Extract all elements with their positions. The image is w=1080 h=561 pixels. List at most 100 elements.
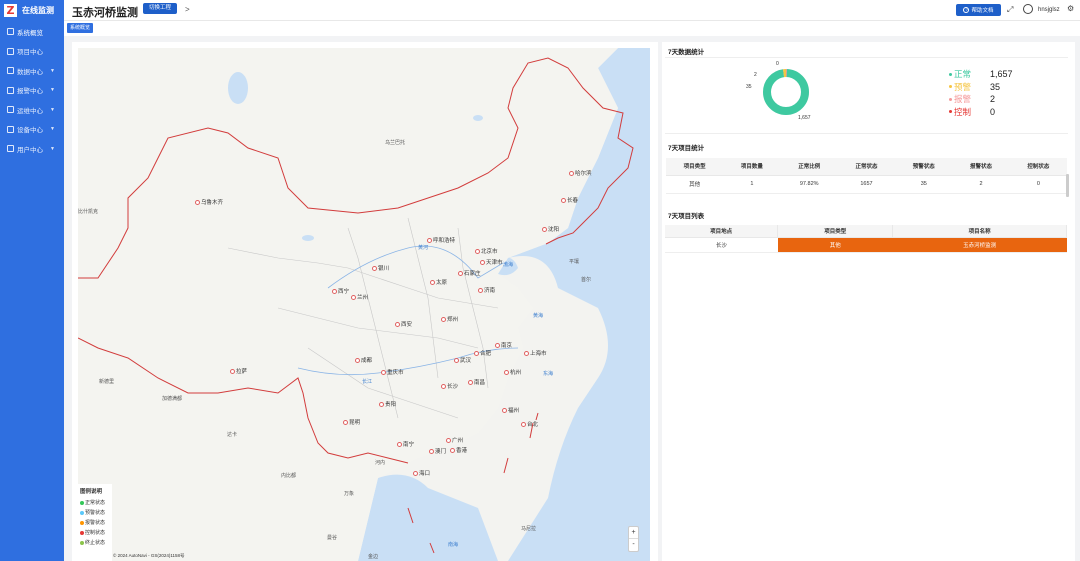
sidebar-item-label: 用户中心	[17, 146, 43, 154]
city-marker[interactable]: 合肥	[474, 349, 491, 357]
device-icon	[7, 125, 14, 133]
stat-value: 0	[990, 106, 996, 117]
legend-title: 图例说明	[80, 489, 103, 495]
column-header[interactable]: 预警状态	[895, 158, 953, 176]
table-row[interactable]: 长沙 其他 玉赤河桥监测	[665, 237, 1067, 253]
column-header[interactable]: 项目类型	[666, 158, 724, 176]
stat-value: 35	[990, 81, 1001, 92]
column-header[interactable]: 项目地点	[665, 225, 779, 238]
sidebar-item-label: 运维中心	[17, 107, 43, 115]
city-marker[interactable]: 郑州	[441, 315, 458, 323]
username[interactable]: hnsjglsz	[1038, 7, 1060, 13]
column-header[interactable]: 项目数量	[723, 158, 781, 176]
water-label: 黄河	[418, 245, 429, 251]
stat-row-alarm: 报警 2	[949, 93, 1013, 106]
city-marker[interactable]: 长沙	[441, 382, 458, 390]
city-marker[interactable]: 杭州	[504, 368, 521, 376]
city-marker[interactable]: 香港	[450, 446, 467, 454]
city-marker[interactable]: 南昌	[468, 378, 485, 386]
stat-label: 正常	[954, 69, 972, 80]
city-marker[interactable]: 南京	[495, 341, 512, 349]
sidebar-item-alarm[interactable]: 报警中心 ▼	[0, 81, 64, 101]
sidebar-item-label: 项目中心	[17, 49, 43, 57]
column-header[interactable]: 正常比例	[780, 158, 838, 176]
sidebar-item-maintenance[interactable]: 运维中心 ▼	[0, 100, 64, 120]
china-map[interactable]: 哈尔滨长春沈阳 乌鲁木齐呼和浩特北京市天津市石家庄 银川太原济南 西宁 兰州郑州西安南京…	[78, 48, 650, 561]
column-header[interactable]: 项目类型	[777, 225, 894, 238]
city-marker[interactable]: 呼和浩特	[427, 236, 455, 244]
chevron-down-icon: ▼	[50, 126, 55, 133]
place-label: 河内	[375, 460, 386, 466]
zoom-in-button[interactable]: +	[629, 527, 638, 539]
city-marker[interactable]: 广州	[446, 436, 463, 444]
city-marker[interactable]: 拉萨	[230, 367, 247, 375]
city-marker[interactable]: 武汉	[454, 356, 471, 364]
city-marker[interactable]: 乌鲁木齐	[195, 198, 223, 206]
sidebar-item-data[interactable]: 数据中心 ▼	[0, 61, 64, 81]
sidebar-nav: 系统概览 项目中心 数据中心 ▼ 报警中心 ▼ 运维中心 ▼ 设备中心 ▼ 用户中心 ▼	[0, 22, 64, 159]
sidebar-item-users[interactable]: 用户中心 ▼	[0, 139, 64, 159]
dot-icon	[949, 110, 952, 114]
sidebar: Z 在线监测 系统概览 项目中心 数据中心 ▼ 报警中心 ▼ 运维中心 ▼ 设备中心 ▼…	[0, 0, 64, 561]
donut-segment-normal	[763, 69, 809, 115]
column-header[interactable]: 控制状态	[1009, 158, 1067, 176]
column-header[interactable]: 报警状态	[952, 158, 1010, 176]
city-marker[interactable]: 哈尔滨	[569, 169, 592, 177]
city-marker[interactable]: 贵阳	[379, 400, 396, 408]
section-title-7day-projects: 7天项目统计	[668, 145, 705, 152]
legend-label: 终止状态	[85, 540, 106, 546]
city-marker[interactable]: 海口	[413, 469, 430, 477]
sidebar-item-label: 系统概览	[17, 29, 43, 37]
column-header[interactable]: 项目名称	[892, 225, 1067, 238]
tab-overview[interactable]: 系统概览	[67, 23, 94, 33]
stat-row-control: 控制 0	[949, 106, 1013, 119]
sidebar-item-devices[interactable]: 设备中心 ▼	[0, 120, 64, 140]
table-cell: 0	[1009, 175, 1067, 194]
dot-icon	[949, 85, 952, 89]
city-marker[interactable]: 昆明	[343, 418, 360, 426]
sidebar-item-projects[interactable]: 项目中心	[0, 42, 64, 62]
header: 玉赤河桥监测 切换工程 > ? 帮助文档 ⤢ hnsjglsz ⚙	[64, 0, 1080, 21]
table-row[interactable]: 其他 1 97.82% 1657 35 2 0	[666, 175, 1067, 194]
city-marker[interactable]: 太原	[430, 278, 447, 286]
city-marker[interactable]: 天津市	[480, 258, 503, 266]
user-avatar-icon[interactable]	[1023, 4, 1033, 14]
sidebar-item-overview[interactable]: 系统概览	[0, 22, 64, 42]
city-marker[interactable]: 澳门	[429, 447, 446, 455]
stats-panel: 7天数据统计 0 2 35 1,657 正常 1,657 预警 35 报警 2 控制 0…	[662, 42, 1075, 561]
city-marker[interactable]: 银川	[372, 264, 389, 272]
city-marker[interactable]: 沈阳	[542, 225, 559, 233]
city-marker[interactable]: 成都	[355, 356, 372, 364]
city-marker[interactable]: 台北	[521, 420, 538, 428]
city-marker[interactable]: 西安	[395, 320, 412, 328]
brand[interactable]: Z 在线监测	[0, 0, 64, 20]
stat-label: 报警	[954, 94, 972, 105]
place-label: 万象	[344, 491, 355, 497]
place-label: 新德里	[99, 379, 115, 385]
column-header[interactable]: 正常状态	[837, 158, 896, 176]
dot-icon	[949, 97, 952, 101]
city-marker[interactable]: 重庆市	[381, 368, 404, 376]
table-cell-project-link[interactable]: 玉赤河桥监测	[892, 237, 1067, 253]
donut-label-left-top: 2	[754, 72, 757, 78]
zoom-out-button[interactable]: -	[629, 539, 638, 551]
table-header-row: 项目类型 项目数量 正常比例 正常状态 预警状态 报警状态 控制状态	[666, 158, 1067, 176]
city-marker[interactable]: 兰州	[351, 293, 368, 301]
legend-item-warning: 预警状态	[80, 509, 110, 516]
city-marker[interactable]: 石家庄	[458, 269, 481, 277]
city-marker[interactable]: 西宁	[332, 287, 349, 295]
help-docs-button[interactable]: ? 帮助文档	[956, 4, 1001, 16]
switch-project-button[interactable]: 切换工程	[143, 3, 178, 14]
city-marker[interactable]: 北京市	[475, 247, 498, 255]
settings-icon[interactable]: ⚙	[1067, 4, 1074, 13]
city-marker[interactable]: 长春	[561, 196, 578, 204]
city-marker[interactable]: 上海市	[524, 349, 547, 357]
fullscreen-icon[interactable]: ⤢	[1007, 5, 1013, 15]
city-marker[interactable]: 南宁	[397, 440, 414, 448]
city-marker[interactable]: 福州	[502, 406, 519, 414]
pin-icon	[80, 520, 84, 525]
city-marker[interactable]: 济南	[478, 286, 495, 294]
stat-label: 控制	[954, 106, 972, 117]
table-scrollbar[interactable]	[1066, 174, 1069, 197]
chevron-right-icon[interactable]: >	[185, 5, 190, 14]
